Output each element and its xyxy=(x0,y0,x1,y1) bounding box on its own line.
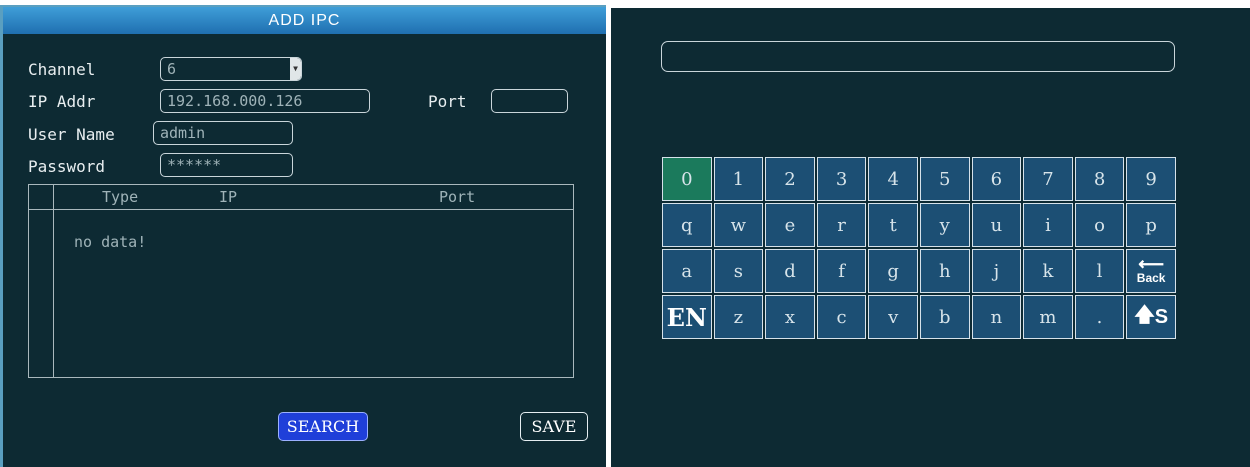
key-z[interactable]: z xyxy=(713,295,764,339)
keyboard-row: 0 1 2 3 4 5 6 7 8 9 xyxy=(662,157,1176,201)
key-d[interactable]: d xyxy=(765,249,815,293)
key-n[interactable]: n xyxy=(971,295,1022,339)
key-g[interactable]: g xyxy=(868,249,918,293)
key-j[interactable]: j xyxy=(971,249,1022,293)
key-y[interactable]: y xyxy=(919,203,970,247)
key-x[interactable]: x xyxy=(765,295,815,339)
key-f[interactable]: f xyxy=(816,249,867,293)
key-w[interactable]: w xyxy=(713,203,764,247)
key-h[interactable]: h xyxy=(919,249,970,293)
column-header-ip: IP xyxy=(219,188,238,206)
port-field[interactable] xyxy=(491,89,568,113)
backspace-arrow-icon: ⟵ xyxy=(1138,254,1165,274)
key-p[interactable]: p xyxy=(1126,203,1176,247)
key-l[interactable]: l xyxy=(1074,249,1125,293)
dialog-title: ADD IPC xyxy=(3,7,606,34)
search-results-table: Type IP Port no data! xyxy=(28,184,574,378)
key-i[interactable]: i xyxy=(1023,203,1073,247)
key-e[interactable]: e xyxy=(765,203,815,247)
key-3[interactable]: 3 xyxy=(816,157,867,201)
virtual-keyboard: 0 1 2 3 4 5 6 7 8 9 q w e r t y u i o p … xyxy=(662,157,1176,341)
key-c[interactable]: c xyxy=(816,295,867,339)
backspace-key[interactable]: ⟵ Back xyxy=(1126,249,1176,293)
key-4[interactable]: 4 xyxy=(868,157,918,201)
key-period[interactable]: . xyxy=(1074,295,1125,339)
key-a[interactable]: a xyxy=(662,249,712,293)
password-label: Password xyxy=(28,157,106,176)
channel-label: Channel xyxy=(28,60,96,79)
table-header-divider xyxy=(29,209,573,210)
password-field[interactable]: ****** xyxy=(160,153,293,177)
key-q[interactable]: q xyxy=(662,203,712,247)
language-key[interactable]: EN xyxy=(662,295,712,339)
key-o[interactable]: o xyxy=(1074,203,1125,247)
key-v[interactable]: v xyxy=(868,295,918,339)
column-header-type: Type xyxy=(102,188,139,206)
shift-key[interactable]: 🡅 S xyxy=(1126,295,1176,339)
key-m[interactable]: m xyxy=(1023,295,1073,339)
save-button[interactable]: SAVE xyxy=(520,412,588,441)
virtual-keyboard-panel: 0 1 2 3 4 5 6 7 8 9 q w e r t y u i o p … xyxy=(611,8,1250,467)
key-u[interactable]: u xyxy=(971,203,1022,247)
key-b[interactable]: b xyxy=(919,295,970,339)
key-2[interactable]: 2 xyxy=(765,157,815,201)
key-9[interactable]: 9 xyxy=(1126,157,1176,201)
backspace-label: Back xyxy=(1136,271,1166,285)
channel-dropdown[interactable]: 6 ▼ xyxy=(160,57,302,81)
key-7[interactable]: 7 xyxy=(1023,157,1073,201)
key-6[interactable]: 6 xyxy=(971,157,1022,201)
username-field[interactable]: admin xyxy=(153,121,293,145)
empty-table-message: no data! xyxy=(74,233,147,251)
keyboard-input-field[interactable] xyxy=(661,41,1175,72)
key-r[interactable]: r xyxy=(816,203,867,247)
key-k[interactable]: k xyxy=(1023,249,1073,293)
keyboard-row: EN z x c v b n m . 🡅 S xyxy=(662,295,1176,339)
key-s[interactable]: s xyxy=(713,249,764,293)
key-0[interactable]: 0 xyxy=(662,157,712,201)
key-8[interactable]: 8 xyxy=(1074,157,1125,201)
ip-addr-label: IP Addr xyxy=(28,92,96,111)
keyboard-row: q w e r t y u i o p xyxy=(662,203,1176,247)
ip-addr-field[interactable]: 192.168.000.126 xyxy=(160,89,370,113)
shift-label: S xyxy=(1154,305,1169,328)
column-header-port: Port xyxy=(439,188,476,206)
search-button[interactable]: SEARCH xyxy=(278,412,368,441)
port-label: Port xyxy=(428,92,467,111)
key-t[interactable]: t xyxy=(868,203,918,247)
table-divider xyxy=(53,185,54,377)
key-5[interactable]: 5 xyxy=(919,157,970,201)
add-ipc-dialog: ADD IPC Channel 6 ▼ IP Addr 192.168.000.… xyxy=(0,5,606,467)
key-1[interactable]: 1 xyxy=(713,157,764,201)
channel-value: 6 xyxy=(167,60,177,78)
username-label: User Name xyxy=(28,125,115,144)
keyboard-row: a s d f g h j k l ⟵ Back xyxy=(662,249,1176,293)
shift-up-arrow-icon: 🡅 xyxy=(1134,304,1155,326)
chevron-down-icon[interactable]: ▼ xyxy=(290,58,301,80)
